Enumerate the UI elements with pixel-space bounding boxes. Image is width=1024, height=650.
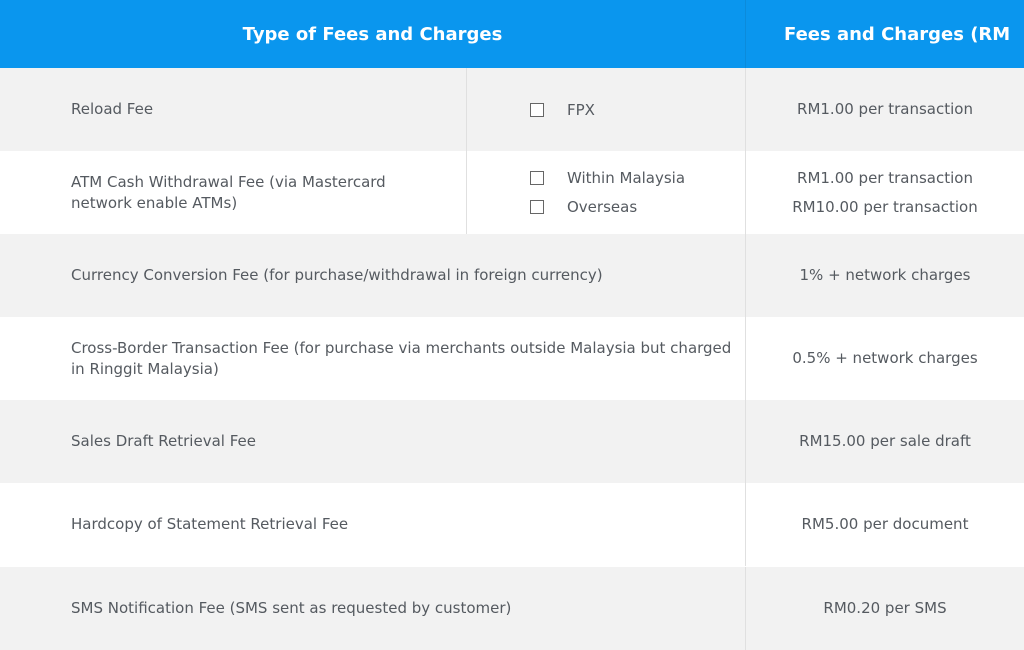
fee-options: FPX <box>466 68 745 151</box>
fee-type-line: Cross-Border Transaction Fee (for purcha… <box>71 338 732 357</box>
overseas-checkbox[interactable] <box>530 200 544 214</box>
within-malaysia-checkbox[interactable] <box>530 171 544 185</box>
fee-amount-cell: 0.5% + network charges <box>745 317 1024 400</box>
fees-table: Type of Fees and Charges Fees and Charge… <box>0 0 1024 650</box>
fee-amount-cell: 1% + network charges <box>745 234 1024 317</box>
fee-amount-cell: RM0.20 per SMS <box>745 567 1024 650</box>
fee-amount: RM1.00 per transaction <box>797 100 973 118</box>
fee-amount: RM1.00 per transaction <box>797 168 973 187</box>
fee-type-label: SMS Notification Fee (SMS sent as reques… <box>71 599 512 617</box>
option-label: Overseas <box>567 198 638 216</box>
table-row-sales-draft-fee: Sales Draft Retrieval Fee RM15.00 per sa… <box>0 400 1024 483</box>
table-row-cross-border-fee: Cross-Border Transaction Fee (for purcha… <box>0 317 1024 400</box>
fee-amount-cell: RM1.00 per transaction RM10.00 per trans… <box>745 151 1024 234</box>
table-row-currency-conversion-fee: Currency Conversion Fee (for purchase/wi… <box>0 234 1024 317</box>
fee-amount: RM0.20 per SMS <box>823 599 947 617</box>
table-header: Type of Fees and Charges Fees and Charge… <box>0 0 1024 68</box>
fee-amount-cell: RM5.00 per document <box>745 483 1024 566</box>
fee-type-label: Cross-Border Transaction Fee (for purcha… <box>71 317 731 400</box>
fee-type-label: Hardcopy of Statement Retrieval Fee <box>71 515 349 533</box>
fee-type-label: Sales Draft Retrieval Fee <box>71 432 256 450</box>
table-row-reload-fee: Reload Fee FPX RM1.00 per transaction <box>0 68 1024 151</box>
option-label: Within Malaysia <box>567 169 686 187</box>
fee-amount: RM10.00 per transaction <box>792 197 978 216</box>
option-label: FPX <box>567 100 595 119</box>
fee-amount-cell: RM1.00 per transaction <box>745 68 1024 151</box>
fee-options: Within Malaysia Overseas <box>466 151 745 234</box>
fpx-checkbox[interactable] <box>530 102 544 117</box>
header-fees-and-charges: Fees and Charges (RM <box>745 0 1024 68</box>
fee-amount: RM5.00 per document <box>801 515 969 533</box>
option-fpx[interactable]: FPX <box>467 95 745 124</box>
table-row-sms-notification-fee: SMS Notification Fee (SMS sent as reques… <box>0 567 1024 650</box>
option-within-malaysia[interactable]: Within Malaysia <box>467 164 745 193</box>
fee-type-label: ATM Cash Withdrawal Fee (via Mastercard … <box>71 151 386 234</box>
fee-type-line: network enable ATMs) <box>71 193 238 212</box>
fee-amount: RM15.00 per sale draft <box>799 432 971 450</box>
fee-amount-cell: RM15.00 per sale draft <box>745 400 1024 483</box>
fee-amount: 1% + network charges <box>799 266 971 284</box>
fee-type-label: Currency Conversion Fee (for purchase/wi… <box>71 266 603 284</box>
fee-type-label: Reload Fee <box>71 100 154 118</box>
fee-type-line: ATM Cash Withdrawal Fee (via Mastercard <box>71 172 386 191</box>
option-overseas[interactable]: Overseas <box>467 193 745 222</box>
header-type-of-fees: Type of Fees and Charges <box>242 23 503 45</box>
table-row-atm-withdrawal-fee: ATM Cash Withdrawal Fee (via Mastercard … <box>0 151 1024 234</box>
table-row-statement-retrieval-fee: Hardcopy of Statement Retrieval Fee RM5.… <box>0 483 1024 566</box>
fee-type-line: in Ringgit Malaysia) <box>71 359 219 378</box>
fee-amount: 0.5% + network charges <box>792 349 978 367</box>
